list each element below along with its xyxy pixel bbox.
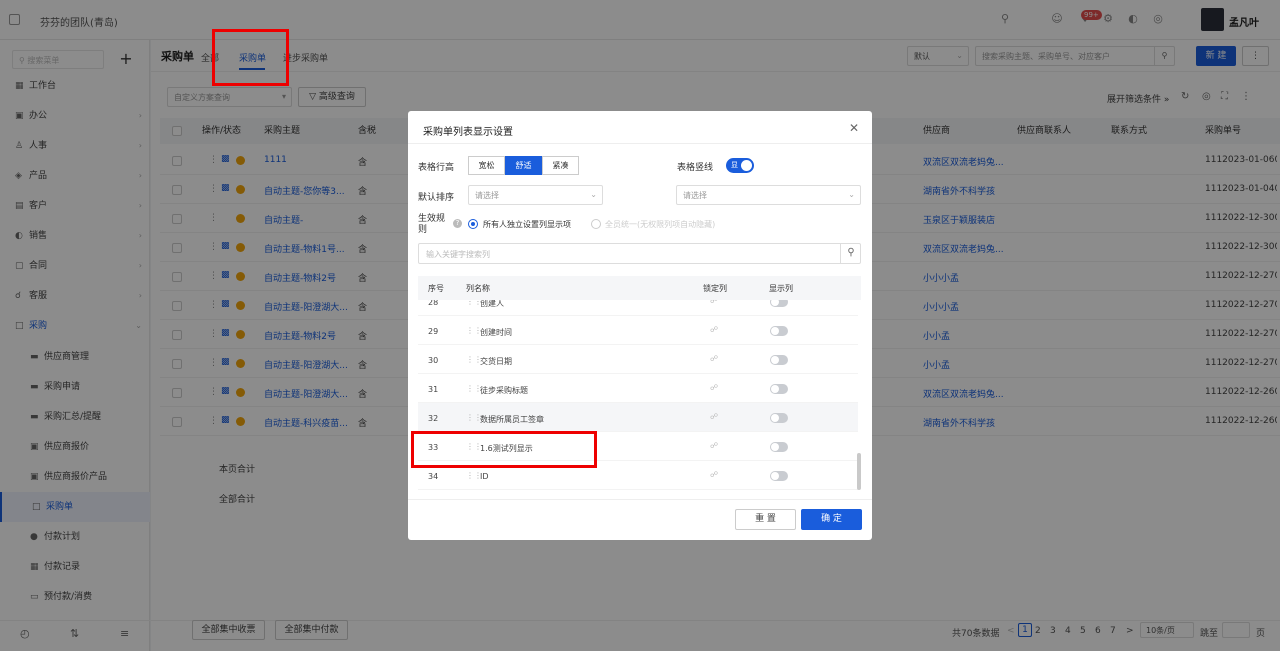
toggle-knob — [771, 327, 779, 335]
rule-option-unified: 全员统一(无权限列项自动隐藏) — [605, 220, 716, 229]
rule-radio-unified — [591, 219, 601, 229]
toggle-knob — [771, 300, 779, 306]
column-row[interactable]: 29 ⋮⋮ 创建时间 ☍ — [418, 316, 858, 345]
col-name-header: 列名称 — [466, 284, 490, 293]
column-row-no: 28 — [428, 300, 439, 307]
column-row-name: 创建时间 — [480, 328, 512, 337]
close-icon[interactable]: ✕ — [849, 121, 859, 135]
sort-placeholder: 请选择 — [475, 191, 499, 200]
sort-order-select[interactable]: 请选择 ⌄ — [676, 185, 861, 205]
lock-icon[interactable]: ☍ — [710, 325, 718, 334]
confirm-button[interactable]: 确 定 — [801, 509, 862, 530]
column-row-name: 交货日期 — [480, 357, 512, 366]
dialog-divider — [408, 143, 872, 144]
toggle-knob — [771, 472, 779, 480]
col-no-header: 序号 — [428, 284, 444, 293]
dialog-title: 采购单列表显示设置 — [423, 127, 513, 138]
help-icon[interactable]: ? — [453, 219, 462, 228]
toggle-knob — [771, 385, 779, 393]
column-row[interactable]: 32 ⋮⋮ 数据所属员工签章 ☍ — [418, 403, 858, 432]
column-row-name: 数据所属员工签章 — [480, 415, 544, 424]
border-toggle-text: 显 — [731, 161, 738, 169]
toggle-knob — [741, 160, 752, 171]
reset-button[interactable]: 重 置 — [735, 509, 796, 530]
toggle-knob — [771, 443, 779, 451]
lock-icon[interactable]: ☍ — [710, 412, 718, 421]
row-height-comfortable[interactable]: 舒适 — [505, 156, 542, 175]
show-column-toggle[interactable] — [770, 384, 788, 394]
column-row[interactable]: 28 ⋮⋮ 创建人 ☍ — [418, 300, 858, 316]
col-lock-header: 锁定列 — [703, 284, 727, 293]
show-column-toggle[interactable] — [770, 442, 788, 452]
show-column-toggle[interactable] — [770, 355, 788, 365]
highlight-box-row — [411, 431, 597, 468]
column-row-no: 29 — [428, 327, 439, 336]
sort-order-placeholder: 请选择 — [683, 191, 707, 200]
toggle-knob — [771, 414, 779, 422]
column-row-name: 创建人 — [480, 300, 504, 308]
column-row-no: 32 — [428, 414, 439, 423]
search-icon[interactable]: ⚲ — [840, 243, 861, 264]
column-row[interactable]: 31 ⋮⋮ 徒步采购标题 ☍ — [418, 374, 858, 403]
dialog-footer-divider — [408, 499, 872, 500]
rule-option-individual[interactable]: 所有人独立设置列显示项 — [483, 219, 571, 230]
lock-icon[interactable]: ☍ — [710, 441, 718, 450]
radio-dot — [471, 222, 475, 226]
row-height-loose[interactable]: 宽松 — [468, 156, 505, 175]
rule-label: 生效规则 — [418, 214, 446, 235]
rule-radio-individual[interactable] — [468, 219, 478, 229]
chevron-down-icon: ⌄ — [848, 190, 855, 199]
column-search-input[interactable]: 输入关键字搜索列 — [418, 243, 861, 264]
show-column-toggle[interactable] — [770, 471, 788, 481]
row-height-compact[interactable]: 紧凑 — [542, 156, 579, 175]
lock-icon[interactable]: ☍ — [710, 383, 718, 392]
col-show-header: 显示列 — [769, 284, 793, 293]
column-row-name: ID — [480, 472, 489, 481]
show-column-toggle[interactable] — [770, 326, 788, 336]
border-toggle[interactable]: 显 — [726, 158, 754, 173]
toggle-knob — [771, 356, 779, 364]
column-row-no: 31 — [428, 385, 439, 394]
show-column-toggle[interactable] — [770, 413, 788, 423]
highlight-box-tab — [212, 29, 289, 86]
column-row[interactable]: 30 ⋮⋮ 交货日期 ☍ — [418, 345, 858, 374]
column-list-scrollbar[interactable] — [857, 453, 861, 490]
row-height-label: 表格行高 — [418, 163, 455, 173]
column-search-placeholder: 输入关键字搜索列 — [426, 250, 490, 259]
show-column-toggle[interactable] — [770, 300, 788, 307]
chevron-down-icon: ⌄ — [590, 190, 597, 199]
lock-icon[interactable]: ☍ — [710, 470, 718, 479]
sort-label: 默认排序 — [418, 193, 455, 203]
border-label: 表格竖线 — [677, 163, 714, 173]
lock-icon[interactable]: ☍ — [710, 300, 718, 305]
lock-icon[interactable]: ☍ — [710, 354, 718, 363]
column-row-no: 34 — [428, 472, 439, 481]
sort-select[interactable]: 请选择 ⌄ — [468, 185, 603, 205]
column-row-name: 徒步采购标题 — [480, 386, 528, 395]
column-row-no: 30 — [428, 356, 439, 365]
